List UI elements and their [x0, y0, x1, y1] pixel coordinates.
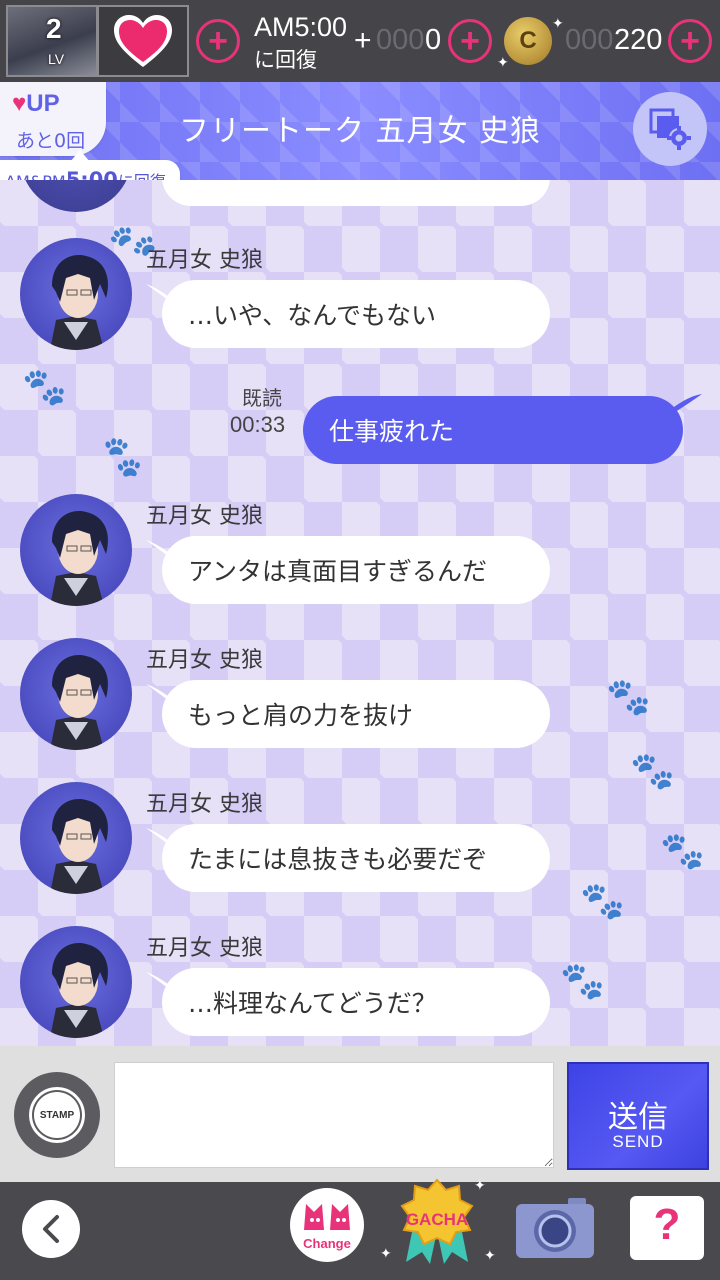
heart-icon: ♥	[12, 90, 27, 117]
sender-name: 五月女 史狼	[146, 936, 263, 961]
back-button[interactable]	[22, 1200, 80, 1258]
sender-name: 五月女 史狼	[146, 648, 263, 673]
level-number: 2	[46, 13, 62, 44]
camera-button[interactable]	[514, 1196, 596, 1260]
message-bubble: もっと肩の力を抜け	[162, 680, 550, 748]
change-label: Change	[303, 1236, 351, 1251]
send-button[interactable]: 送信 SEND	[567, 1062, 709, 1170]
heart-recover-time: AM5:00	[254, 12, 348, 42]
paw-icon: 🐾	[660, 831, 705, 872]
heart-plus-sign: +	[354, 24, 372, 57]
player-level-box[interactable]: 2 LV	[6, 5, 98, 77]
heart-counter: 0	[425, 24, 442, 56]
paw-icon: 🐾	[560, 961, 605, 1002]
paw-icon: 🐾	[580, 881, 625, 922]
character-portrait	[50, 799, 108, 894]
avatar[interactable]	[20, 782, 132, 894]
send-label-en: SEND	[612, 1132, 664, 1151]
up-label-wrap: ♥UP	[12, 90, 60, 118]
heart-recover-label: に回復	[254, 48, 317, 72]
gacha-button[interactable]: GACHA ✦ ✦ ✦	[380, 1174, 496, 1264]
heart-icon	[114, 15, 172, 67]
camera-icon	[516, 1198, 594, 1258]
level-label: LV	[48, 51, 65, 67]
message-bubble: …料理なんてどうだ？	[162, 968, 550, 1036]
coin-icon: C	[504, 17, 552, 65]
sparkle-icon: ✦	[484, 1248, 496, 1264]
add-heart-button[interactable]: +	[196, 19, 240, 63]
sparkle-icon: ✦	[497, 55, 509, 71]
avatar[interactable]	[20, 494, 132, 606]
bottom-nav: Change GACHA ✦ ✦ ✦ ?	[0, 1178, 720, 1280]
stamp-label: STAMP	[39, 1109, 75, 1121]
avatar	[20, 180, 132, 212]
heart-gauge	[97, 5, 189, 77]
avatar[interactable]	[20, 238, 132, 350]
sender-name: 五月女 史狼	[146, 504, 263, 529]
message-bubble: …いや、なんでもない	[162, 280, 550, 348]
settings-button[interactable]	[633, 92, 707, 166]
add-heart-item-button[interactable]: +	[448, 19, 492, 63]
coin-symbol: C	[519, 27, 537, 54]
message-bubble	[162, 180, 550, 206]
message-time: 00:33	[230, 412, 286, 437]
sender-name: 五月女 史狼	[146, 248, 263, 273]
add-coin-button[interactable]: +	[668, 19, 712, 63]
settings-icon	[649, 108, 691, 150]
send-label: 送信	[608, 1100, 668, 1135]
avatar[interactable]	[20, 926, 132, 1038]
message-bubble: たまには息抜きも必要だぞ	[162, 824, 550, 892]
paw-icon: 🐾	[606, 677, 651, 718]
message-input[interactable]	[114, 1062, 554, 1168]
help-icon: ?	[653, 1200, 681, 1249]
bubble-tail	[670, 394, 702, 414]
paw-icon: 🐾	[630, 751, 675, 792]
character-portrait	[50, 511, 108, 606]
paw-icon: 🐾	[95, 431, 150, 484]
my-message-bubble: 仕事疲れた	[303, 396, 683, 464]
heart-up-badge[interactable]: ♥UP あと0回	[0, 82, 106, 156]
paw-icon: 🐾	[22, 367, 67, 408]
stamp-icon: STAMP	[26, 1084, 88, 1146]
sparkle-icon: ✦	[552, 16, 564, 32]
message-bubble: アンタは真面目すぎるんだ	[162, 536, 550, 604]
page-title: フリートーク 五月女 史狼	[178, 114, 542, 149]
sender-name: 五月女 史狼	[146, 792, 263, 817]
sparkle-icon: ✦	[474, 1178, 486, 1194]
sparkle-icon: ✦	[380, 1246, 392, 1262]
read-receipt: 既読	[242, 386, 282, 410]
status-bar: 2 LV + AM5:00 に回復 + 000 0 + C ✦ ✦ 000 22…	[0, 0, 720, 82]
character-portrait	[50, 655, 108, 750]
message-input-bar: STAMP 送信 SEND	[0, 1046, 720, 1182]
chevron-left-icon	[43, 1215, 59, 1243]
up-label: UP	[26, 90, 60, 117]
change-character-button[interactable]: Change	[290, 1188, 364, 1262]
character-portrait	[50, 255, 108, 350]
heart-counter-padding: 000	[376, 24, 425, 56]
up-remaining: あと0回	[16, 130, 86, 152]
gacha-label: GACHA	[405, 1210, 469, 1229]
coin-counter: 220	[614, 24, 663, 56]
character-portrait	[50, 943, 108, 1038]
cat-mask-icon	[304, 1204, 350, 1230]
chat-log[interactable]: 🐾 🐾 🐾 🐾 🐾 🐾 🐾 🐾 五月女 史狼 …いや、なんでもない 既読 00:…	[0, 180, 720, 1046]
coin-counter-padding: 000	[565, 24, 614, 56]
stamp-button[interactable]: STAMP	[14, 1072, 100, 1158]
avatar[interactable]	[20, 638, 132, 750]
help-button[interactable]: ?	[630, 1196, 704, 1260]
